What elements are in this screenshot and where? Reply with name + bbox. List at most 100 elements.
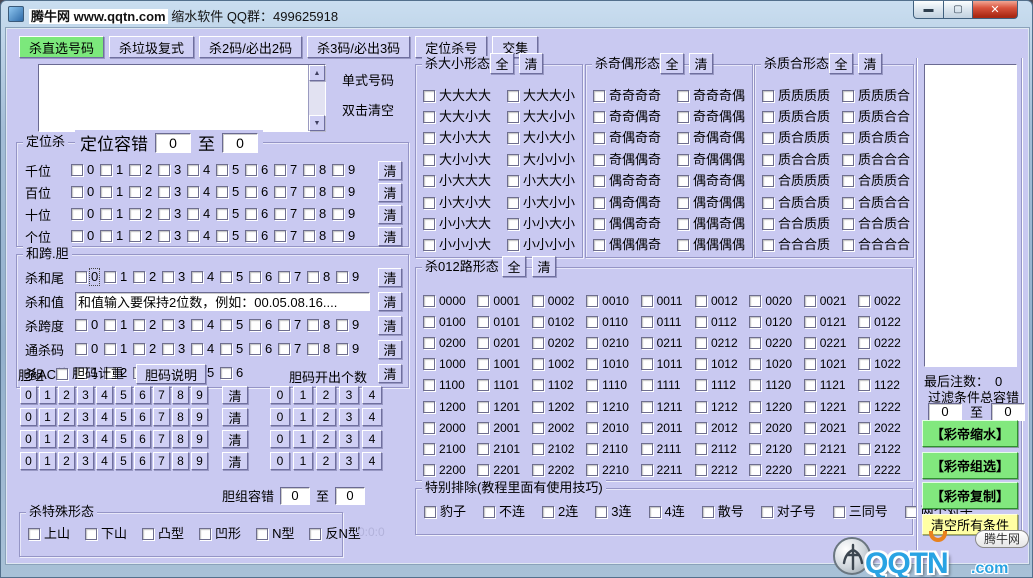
dan-count-button[interactable]: 1 — [293, 452, 313, 470]
dan-digit-button[interactable]: 9 — [191, 386, 208, 404]
checkbox-item[interactable]: 大小小小 — [507, 153, 585, 167]
checkbox-item[interactable]: N型 — [256, 527, 294, 541]
checkbox-item[interactable]: 0112 — [695, 315, 749, 329]
checkbox-item[interactable]: 大大大大 — [423, 89, 507, 103]
checkbox-item[interactable]: 9 — [336, 270, 365, 284]
checkbox-item[interactable]: 0022 — [858, 294, 912, 308]
checkbox-item[interactable]: 2011 — [641, 421, 695, 435]
checkbox-item[interactable]: 质合合合 — [842, 153, 916, 167]
position-tolerance-from-input[interactable] — [155, 133, 191, 153]
checkbox-item[interactable]: 2211 — [641, 463, 695, 477]
clear-row-button[interactable]: 清 — [222, 386, 248, 404]
checkbox-item[interactable]: 小小大大 — [423, 217, 507, 231]
checkbox-item[interactable]: 7 — [274, 229, 303, 243]
checkbox-item[interactable]: 1010 — [586, 357, 640, 371]
total-tolerance-to-input[interactable] — [991, 403, 1025, 421]
checkbox-item[interactable]: 2002 — [532, 421, 586, 435]
dan-digit-button[interactable]: 7 — [153, 408, 170, 426]
checkbox-item[interactable]: 2 — [133, 270, 162, 284]
checkbox-item[interactable]: 0201 — [477, 336, 531, 350]
checkbox-item[interactable]: 5 — [220, 342, 249, 356]
checkbox-item[interactable]: 偶偶偶偶 — [677, 238, 755, 252]
checkbox-item[interactable]: 小小小小 — [507, 238, 585, 252]
checkbox-item[interactable]: 0220 — [749, 336, 803, 350]
checkbox-item[interactable]: 大大小大 — [423, 110, 507, 124]
checkbox-item[interactable]: 3 — [158, 207, 187, 221]
dan-digit-button[interactable]: 4 — [96, 386, 113, 404]
checkbox-item[interactable]: 小小大小 — [507, 217, 585, 231]
checkbox-item[interactable]: 8 — [307, 318, 336, 332]
checkbox-item[interactable]: 反N型 — [309, 527, 360, 541]
title-bar[interactable]: 腾牛网 www.qqtn.com 缩水软件 QQ群：499625918 ▬ ▢ … — [1, 1, 1032, 27]
clear-row-button[interactable]: 清 — [222, 452, 248, 470]
clear-row-button[interactable]: 清 — [222, 430, 248, 448]
checkbox-item[interactable]: 1101 — [477, 378, 531, 392]
checkbox-item[interactable]: 1020 — [749, 357, 803, 371]
clear-row-button[interactable]: 清 — [378, 292, 402, 311]
dan-digit-button[interactable]: 3 — [77, 452, 94, 470]
dan-digit-button[interactable]: 5 — [115, 430, 132, 448]
checkbox-item[interactable]: 0020 — [749, 294, 803, 308]
dan-count-button[interactable]: 0 — [270, 408, 290, 426]
single-entry-textarea[interactable] — [40, 66, 308, 130]
caidi-shrink-button[interactable]: 【彩帝缩水】 — [922, 420, 1018, 447]
checkbox-item[interactable]: 2210 — [586, 463, 640, 477]
checkbox-item[interactable]: 豹子 — [424, 505, 466, 519]
dan-digit-button[interactable]: 2 — [58, 430, 75, 448]
clear-row-button[interactable]: 清 — [378, 316, 402, 335]
checkbox-item[interactable]: 小大小大 — [423, 196, 507, 210]
checkbox-item[interactable]: 0202 — [532, 336, 586, 350]
checkbox-item[interactable]: 合合质合 — [842, 217, 916, 231]
checkbox-item[interactable]: 不连 — [483, 505, 525, 519]
checkbox-item[interactable]: 0122 — [858, 315, 912, 329]
checkbox-item[interactable]: 6 — [245, 185, 274, 199]
checkbox-item[interactable]: 6 — [220, 366, 249, 380]
checkbox-item[interactable]: 2010 — [586, 421, 640, 435]
checkbox-item[interactable]: 2020 — [749, 421, 803, 435]
checkbox-item[interactable]: 8 — [303, 207, 332, 221]
checkbox-item[interactable]: 2102 — [532, 442, 586, 456]
checkbox-item[interactable]: 2222 — [858, 463, 912, 477]
checkbox-item[interactable]: 0200 — [423, 336, 477, 350]
dan-digit-button[interactable]: 1 — [39, 430, 56, 448]
checkbox-item[interactable]: 1221 — [804, 400, 858, 414]
checkbox-item[interactable]: 1 — [104, 318, 133, 332]
checkbox-item[interactable]: 1212 — [695, 400, 749, 414]
checkbox-item[interactable]: 小大大大 — [423, 174, 507, 188]
tab-kill-direct[interactable]: 杀直选号码 — [19, 36, 104, 58]
checkbox-item[interactable]: 1012 — [695, 357, 749, 371]
checkbox-item[interactable]: 0001 — [477, 294, 531, 308]
caidi-copy-button[interactable]: 【彩帝复制】 — [922, 482, 1018, 509]
checkbox-item[interactable]: 合质质质 — [762, 174, 842, 188]
checkbox-item[interactable]: 0 — [71, 163, 100, 177]
checkbox-item[interactable]: 2122 — [858, 442, 912, 456]
checkbox-item[interactable]: 质质质合 — [842, 89, 916, 103]
dan-digit-button[interactable]: 1 — [39, 408, 56, 426]
checkbox-item[interactable]: 0101 — [477, 315, 531, 329]
dan-count-button[interactable]: 2 — [316, 430, 336, 448]
checkbox-item[interactable]: 8 — [307, 270, 336, 284]
checkbox-item[interactable]: 2202 — [532, 463, 586, 477]
checkbox-item[interactable]: 2110 — [586, 442, 640, 456]
checkbox-item[interactable]: 合质合合 — [842, 196, 916, 210]
checkbox-item[interactable]: 1122 — [858, 378, 912, 392]
checkbox-item[interactable]: 三同号 — [833, 505, 888, 519]
dan-digit-button[interactable]: 3 — [77, 386, 94, 404]
checkbox-item[interactable]: 3 — [162, 318, 191, 332]
checkbox-item[interactable]: 2012 — [695, 421, 749, 435]
checkbox-item[interactable]: 0100 — [423, 315, 477, 329]
checkbox-item[interactable]: 质合合质 — [762, 153, 842, 167]
checkbox-item[interactable]: 5 — [216, 207, 245, 221]
checkbox-item[interactable]: 6 — [245, 163, 274, 177]
dan-digit-button[interactable]: 2 — [58, 386, 75, 404]
scrollbar[interactable]: ▲ ▼ — [308, 65, 325, 131]
checkbox-item[interactable]: 8 — [303, 229, 332, 243]
dan-weight-checkbox[interactable]: 胆码计重 — [56, 367, 124, 381]
clear-button[interactable]: 清 — [519, 53, 543, 74]
checkbox-item[interactable]: 奇奇偶奇 — [593, 110, 677, 124]
dan-digit-button[interactable]: 1 — [39, 386, 56, 404]
checkbox-item[interactable]: 0210 — [586, 336, 640, 350]
checkbox-item[interactable]: 大大大小 — [507, 89, 585, 103]
checkbox-item[interactable]: 1 — [100, 207, 129, 221]
checkbox-item[interactable]: 7 — [278, 318, 307, 332]
